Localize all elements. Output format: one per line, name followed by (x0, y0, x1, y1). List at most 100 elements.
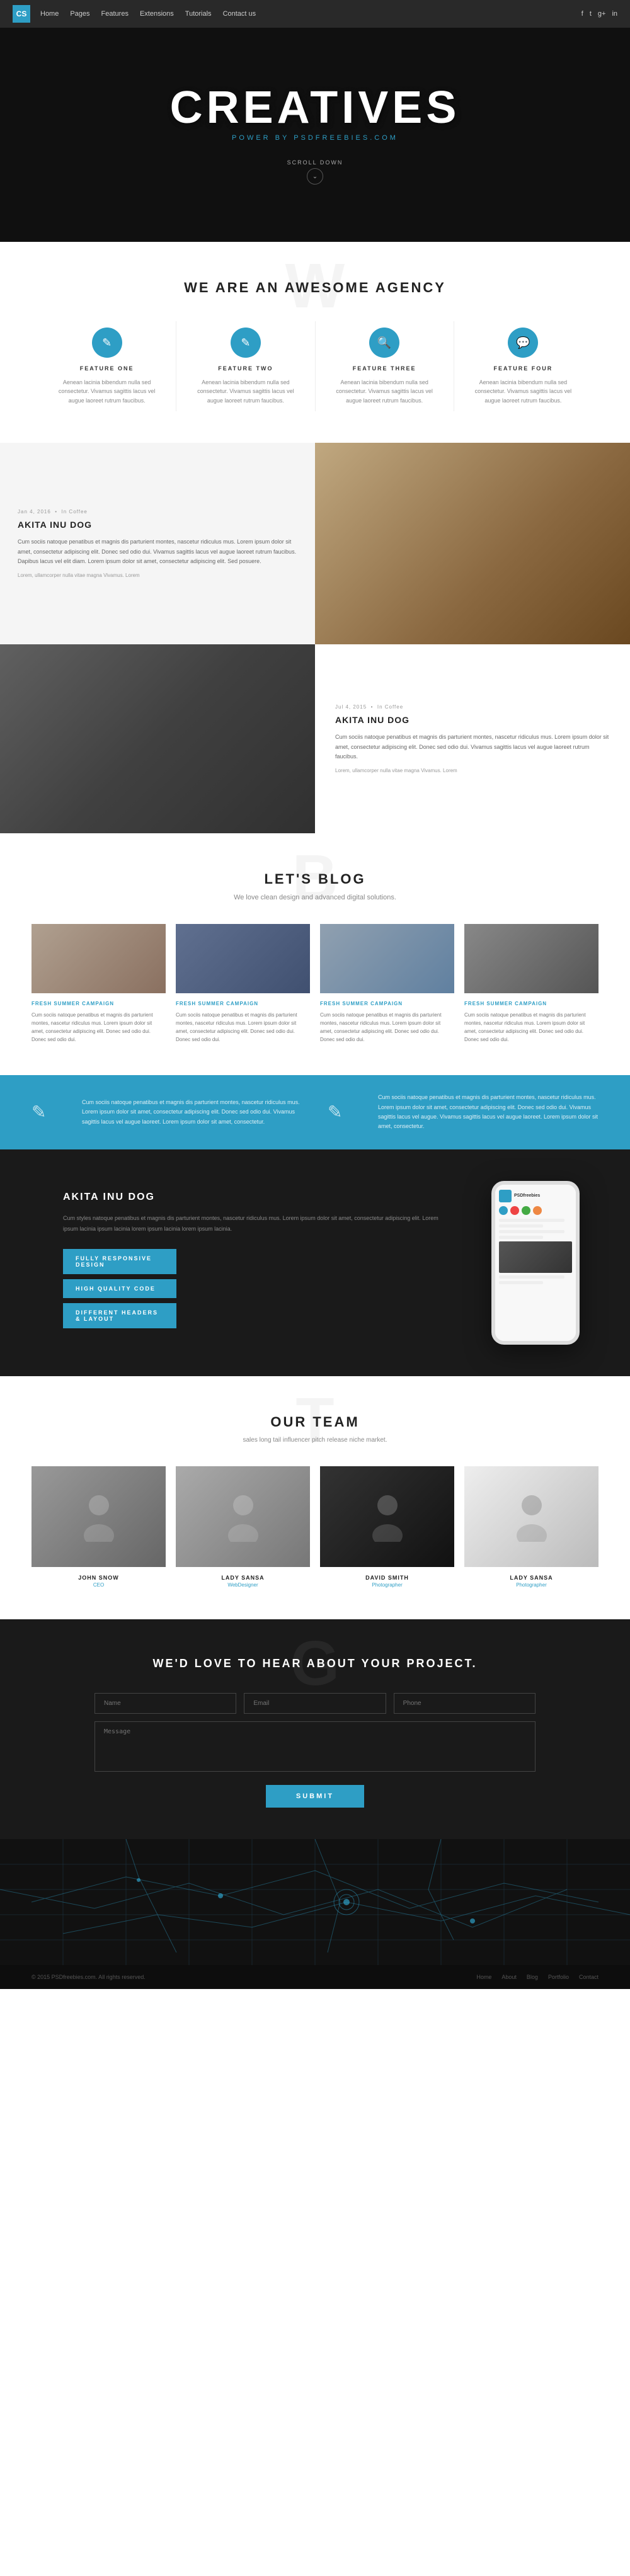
footer-link-blog[interactable]: Blog (527, 1974, 538, 1980)
team-member-4: LADY SANSA Photographer (464, 1466, 598, 1588)
phone-line-3 (499, 1230, 564, 1233)
feature-1-text: Aenean lacinia bibendum nulla sed consec… (50, 378, 163, 405)
team-member-3: DAVID SMITH Photographer (320, 1466, 454, 1588)
nav-pages[interactable]: Pages (70, 10, 89, 18)
nav-extensions[interactable]: Extensions (140, 10, 174, 18)
post-2-grid: Jul 4, 2015 • In Coffee AKITA INU DOG Cu… (0, 644, 630, 833)
app-text: Cum styles natoque penatibus et magnis d… (63, 1213, 441, 1233)
scroll-chevron[interactable]: ⌄ (307, 168, 323, 185)
feature-1-icon: ✎ (92, 328, 122, 358)
team-member-2-name: LADY SANSA (176, 1575, 310, 1581)
feature-3-icon: 🔍 (369, 328, 399, 358)
team-member-2: LADY SANSA WebDesigner (176, 1466, 310, 1588)
contact-title: WE'D LOVE TO HEAR ABOUT YOUR PROJECT. (63, 1657, 567, 1670)
agency-title: WE ARE AN AWESOME AGENCY (38, 280, 592, 296)
post-1-title: AKITA INU DOG (18, 520, 297, 530)
name-field[interactable] (94, 1693, 236, 1714)
feature-2-icon: ✎ (231, 328, 261, 358)
post-1-image (315, 443, 630, 644)
footer-copyright: © 2015 PSDfreebies.com. All rights reser… (32, 1974, 146, 1980)
app-section: AKITA INU DOG Cum styles natoque penatib… (0, 1149, 630, 1376)
app-btn-3[interactable]: DIFFERENT HEADERS & LAYOUT (63, 1303, 176, 1328)
blog-card-1: FRESH SUMMER CAMPAIGN Cum sociis natoque… (32, 924, 166, 1044)
blog-card-4: FRESH SUMMER CAMPAIGN Cum sociis natoque… (464, 924, 598, 1044)
blog-section: B LET'S BLOG We love clean design and ad… (0, 833, 630, 1075)
ph-icon-2 (510, 1206, 519, 1215)
social-gplus[interactable]: g+ (598, 10, 606, 18)
footer-map (0, 1839, 630, 1965)
form-row-1 (94, 1693, 536, 1714)
post-1-excerpt: Cum sociis natoque penatibus et magnis d… (18, 537, 297, 566)
post-2-title: AKITA INU DOG (335, 715, 610, 725)
footer-link-portfolio[interactable]: Portfolio (548, 1974, 569, 1980)
app-content: AKITA INU DOG Cum styles natoque penatib… (63, 1192, 441, 1333)
blog-card-2-image (176, 924, 310, 993)
app-btn-1[interactable]: FULLY RESPONSIVE DESIGN (63, 1249, 176, 1274)
footer-link-home[interactable]: Home (476, 1974, 491, 1980)
post-2-excerpt: Cum sociis natoque penatibus et magnis d… (335, 732, 610, 761)
blog-subtitle: We love clean design and advanced digita… (32, 894, 598, 901)
agency-section: W WE ARE AN AWESOME AGENCY ✎ FEATURE ONE… (0, 242, 630, 443)
feature-3-title: FEATURE THREE (328, 365, 441, 372)
phone-field[interactable] (394, 1693, 536, 1714)
team-member-1-name: JOHN SNOW (32, 1575, 166, 1581)
post-2-content: Jul 4, 2015 • In Coffee AKITA INU DOG Cu… (315, 644, 630, 833)
blog-card-2: FRESH SUMMER CAMPAIGN Cum sociis natoque… (176, 924, 310, 1044)
nav-features[interactable]: Features (101, 10, 129, 18)
navbar: CS Home Pages Features Extensions Tutori… (0, 0, 630, 28)
submit-button[interactable]: SUBMIT (266, 1785, 364, 1808)
contact-section: G WE'D LOVE TO HEAR ABOUT YOUR PROJECT. … (0, 1619, 630, 1839)
feature-3: 🔍 FEATURE THREE Aenean lacinia bibendum … (316, 321, 454, 411)
nav-home[interactable]: Home (40, 10, 59, 18)
cta-icon-2: ✎ (328, 1102, 353, 1122)
feature-1: ✎ FEATURE ONE Aenean lacinia bibendum nu… (38, 321, 176, 411)
team-member-3-role: Photographer (320, 1582, 454, 1588)
nav-social: f t g+ in (581, 10, 617, 18)
ph-icon-3 (522, 1206, 530, 1215)
nav-logo[interactable]: CS (13, 5, 30, 23)
hero-content: CREATIVES POWER BY PSDFREEBIES.COM Scrol… (170, 85, 461, 185)
email-field[interactable] (244, 1693, 386, 1714)
ph-icon-1 (499, 1206, 508, 1215)
team-member-3-photo (320, 1466, 454, 1567)
team-member-1-photo (32, 1466, 166, 1567)
contact-form: SUBMIT (94, 1693, 536, 1808)
nav-contact[interactable]: Contact us (223, 10, 256, 18)
cta-icon-1: ✎ (32, 1102, 57, 1122)
social-facebook[interactable]: f (581, 10, 583, 18)
feature-4-text: Aenean lacinia bibendum nulla sed consec… (467, 378, 580, 405)
post-2-image (0, 644, 315, 833)
blog-card-3-title: FRESH SUMMER CAMPAIGN (320, 1001, 454, 1006)
post-1-author: Lorem, ullamcorper nulla vitae magna Viv… (18, 573, 297, 578)
post-2-author: Lorem, ullamcorper nulla vitae magna Viv… (335, 768, 610, 773)
social-linkedin[interactable]: in (612, 10, 617, 18)
team-section: T OUR TEAM sales long tail influencer pi… (0, 1376, 630, 1619)
team-member-4-photo (464, 1466, 598, 1567)
phone-line-4 (499, 1236, 543, 1239)
footer-links: Home About Blog Portfolio Contact (476, 1974, 598, 1980)
team-member-4-role: Photographer (464, 1582, 598, 1588)
footer-link-about[interactable]: About (501, 1974, 517, 1980)
feature-4: 💬 FEATURE FOUR Aenean lacinia bibendum n… (454, 321, 592, 411)
app-btn-2[interactable]: HIGH QUALITY CODE (63, 1279, 176, 1298)
post-1-grid: Jan 4, 2016 • In Coffee AKITA INU DOG Cu… (0, 443, 630, 644)
features-grid: ✎ FEATURE ONE Aenean lacinia bibendum nu… (38, 321, 592, 411)
blog-card-4-image (464, 924, 598, 993)
blog-card-2-text: Cum sociis natoque penatibus et magnis d… (176, 1012, 310, 1044)
team-member-2-role: WebDesigner (176, 1582, 310, 1588)
team-title: OUR TEAM (32, 1414, 598, 1430)
social-twitter[interactable]: t (590, 10, 592, 18)
footer-link-contact[interactable]: Contact (579, 1974, 598, 1980)
message-field[interactable] (94, 1721, 536, 1772)
footer-bar: © 2015 PSDfreebies.com. All rights reser… (0, 1965, 630, 1989)
phone-logo (499, 1190, 512, 1202)
nav-links: Home Pages Features Extensions Tutorials… (40, 10, 581, 18)
cta-strip: ✎ Cum sociis natoque penatibus et magnis… (0, 1075, 630, 1149)
phone-line-6 (499, 1281, 543, 1284)
phone-logo-text: PSDfreebies (514, 1194, 540, 1198)
feature-2-text: Aenean lacinia bibendum nulla sed consec… (189, 378, 302, 405)
post-2-date: Jul 4, 2015 • In Coffee (335, 704, 610, 710)
phone-line-5 (499, 1275, 564, 1279)
nav-tutorials[interactable]: Tutorials (185, 10, 212, 18)
blog-card-1-text: Cum sociis natoque penatibus et magnis d… (32, 1012, 166, 1044)
